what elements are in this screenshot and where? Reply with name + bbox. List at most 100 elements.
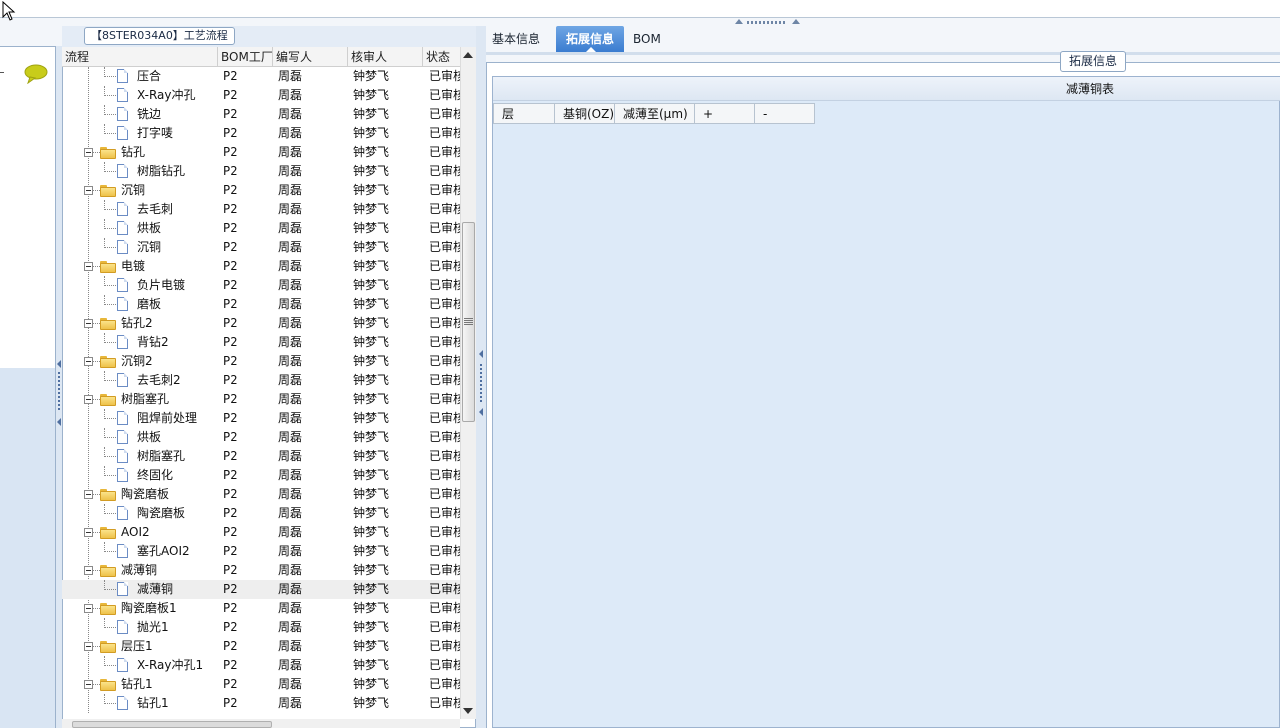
column-header-reviewer[interactable]: 核审人 [348,47,423,67]
table-row[interactable]: 钻孔1 P2 周磊 钟梦飞 已审核 [62,675,460,694]
table-row[interactable]: 层压1 P2 周磊 钟梦飞 已审核 [62,637,460,656]
collapse-toggle-icon[interactable] [84,357,93,366]
collapse-toggle-icon[interactable] [84,148,93,157]
add-row-button[interactable]: + [695,103,755,124]
table-row[interactable]: 沉铜2 P2 周磊 钟梦飞 已审核 [62,352,460,371]
table-row[interactable]: 铣边 P2 周磊 钟梦飞 已审核 [62,105,460,124]
author-cell: 周磊 [278,563,303,577]
tree-node-label: 减薄铜 [137,582,174,596]
bom-factory-cell: P2 [223,525,238,539]
author-cell: 周磊 [278,259,303,273]
tree-node-label: 背钻2 [137,335,169,349]
table-row[interactable]: 减薄铜 P2 周磊 钟梦飞 已审核 [62,561,460,580]
column-header-status[interactable]: 状态 [423,47,460,67]
author-cell: 周磊 [278,107,303,121]
column-header-bom-factory[interactable]: BOM工厂 [218,47,273,67]
collapse-toggle-icon[interactable] [84,528,93,537]
reviewer-cell: 钟梦飞 [353,335,390,349]
table-row[interactable]: 背钻2 P2 周磊 钟梦飞 已审核 [62,333,460,352]
table-row[interactable]: 沉铜 P2 周磊 钟梦飞 已审核 [62,181,460,200]
column-header-author[interactable]: 编写人 [273,47,348,67]
table-row[interactable]: 陶瓷磨板1 P2 周磊 钟梦飞 已审核 [62,599,460,618]
speech-bubble-icon[interactable] [24,64,48,84]
tab-bom[interactable]: BOM [633,26,663,52]
status-cell: 已审核 [429,639,460,653]
folder-icon [100,394,116,406]
table-row[interactable]: 陶瓷磨板 P2 周磊 钟梦飞 已审核 [62,504,460,523]
remove-row-button[interactable]: - [755,103,815,124]
table-row[interactable]: 抛光1 P2 周磊 钟梦飞 已审核 [62,618,460,637]
table-row[interactable]: 去毛刺2 P2 周磊 钟梦飞 已审核 [62,371,460,390]
reviewer-cell: 钟梦飞 [353,88,390,102]
status-cell: 已审核 [429,563,460,577]
scroll-up-icon[interactable] [463,52,473,58]
column-header-flow[interactable]: 流程 [62,47,218,67]
column-header-layer[interactable]: 层 [493,103,555,124]
table-row[interactable]: 陶瓷磨板 P2 周磊 钟梦飞 已审核 [62,485,460,504]
collapse-toggle-icon[interactable] [84,186,93,195]
table-row[interactable]: X-Ray冲孔1 P2 周磊 钟梦飞 已审核 [62,656,460,675]
table-row[interactable]: 去毛刺 P2 周磊 钟梦飞 已审核 [62,200,460,219]
horizontal-scroll-thumb[interactable] [72,721,272,728]
table-row[interactable]: 烘板 P2 周磊 钟梦飞 已审核 [62,428,460,447]
table-row[interactable]: 烘板 P2 周磊 钟梦飞 已审核 [62,219,460,238]
table-row[interactable]: 压合 P2 周磊 钟梦飞 已审核 [62,67,460,86]
tree-node-label: 钻孔1 [121,677,153,691]
folder-icon [100,603,116,615]
table-row[interactable]: 阻焊前处理 P2 周磊 钟梦飞 已审核 [62,409,460,428]
scroll-down-icon[interactable] [463,708,473,714]
tree-node-label: 抛光1 [137,620,169,634]
table-row[interactable]: 负片电镀 P2 周磊 钟梦飞 已审核 [62,276,460,295]
author-cell: 周磊 [278,449,303,463]
tree-node-label: 压合 [137,69,162,83]
collapse-left-icon[interactable] [57,360,61,368]
collapse-toggle-icon[interactable] [84,490,93,499]
table-row[interactable]: 终固化 P2 周磊 钟梦飞 已审核 [62,466,460,485]
collapse-toggle-icon[interactable] [84,680,93,689]
table-row[interactable]: 沉铜 P2 周磊 钟梦飞 已审核 [62,238,460,257]
reviewer-cell: 钟梦飞 [353,468,390,482]
tree-node-label: 终固化 [137,468,174,482]
table-row[interactable]: 钻孔 P2 周磊 钟梦飞 已审核 [62,143,460,162]
reviewer-cell: 钟梦飞 [353,563,390,577]
author-cell: 周磊 [278,392,303,406]
collapse-toggle-icon[interactable] [84,262,93,271]
collapse-toggle-icon[interactable] [84,604,93,613]
table-row[interactable]: 电镀 P2 周磊 钟梦飞 已审核 [62,257,460,276]
collapse-left-icon[interactable] [479,408,483,416]
collapse-left-icon[interactable] [57,418,61,426]
author-cell: 周磊 [278,506,303,520]
status-cell: 已审核 [429,183,460,197]
reviewer-cell: 钟梦飞 [353,145,390,159]
table-row[interactable]: 树脂钻孔 P2 周磊 钟梦飞 已审核 [62,162,460,181]
table-row[interactable]: 塞孔AOI2 P2 周磊 钟梦飞 已审核 [62,542,460,561]
collapse-toggle-icon[interactable] [84,566,93,575]
collapse-toggle-icon[interactable] [84,319,93,328]
table-row[interactable]: 打字唛 P2 周磊 钟梦飞 已审核 [62,124,460,143]
author-cell: 周磊 [278,88,303,102]
status-cell: 已审核 [429,487,460,501]
folder-icon [100,356,116,368]
table-row[interactable]: 磨板 P2 周磊 钟梦飞 已审核 [62,295,460,314]
collapse-left-icon[interactable] [479,350,483,358]
bom-factory-cell: P2 [223,164,238,178]
table-row[interactable]: 钻孔1 P2 周磊 钟梦飞 已审核 [62,694,460,713]
tab-basic-info[interactable]: 基本信息 [492,26,552,52]
bom-factory-cell: P2 [223,620,238,634]
collapse-toggle-icon[interactable] [84,395,93,404]
table-row[interactable]: 树脂塞孔 P2 周磊 钟梦飞 已审核 [62,447,460,466]
table-row[interactable]: 树脂塞孔 P2 周磊 钟梦飞 已审核 [62,390,460,409]
table-row[interactable]: 减薄铜 P2 周磊 钟梦飞 已审核 [62,580,460,599]
table-row[interactable]: AOI2 P2 周磊 钟梦飞 已审核 [62,523,460,542]
bom-factory-cell: P2 [223,107,238,121]
table-row[interactable]: 钻孔2 P2 周磊 钟梦飞 已审核 [62,314,460,333]
table-row[interactable]: X-Ray冲孔 P2 周磊 钟梦飞 已审核 [62,86,460,105]
author-cell: 周磊 [278,696,303,710]
folder-icon [100,527,116,539]
reviewer-cell: 钟梦飞 [353,449,390,463]
column-header-base-copper[interactable]: 基铜(OZ) [555,103,615,124]
collapse-toggle-icon[interactable] [84,642,93,651]
column-header-thin-to[interactable]: 减薄至(μm) [615,103,695,124]
document-icon [117,202,128,216]
reviewer-cell: 钟梦飞 [353,544,390,558]
